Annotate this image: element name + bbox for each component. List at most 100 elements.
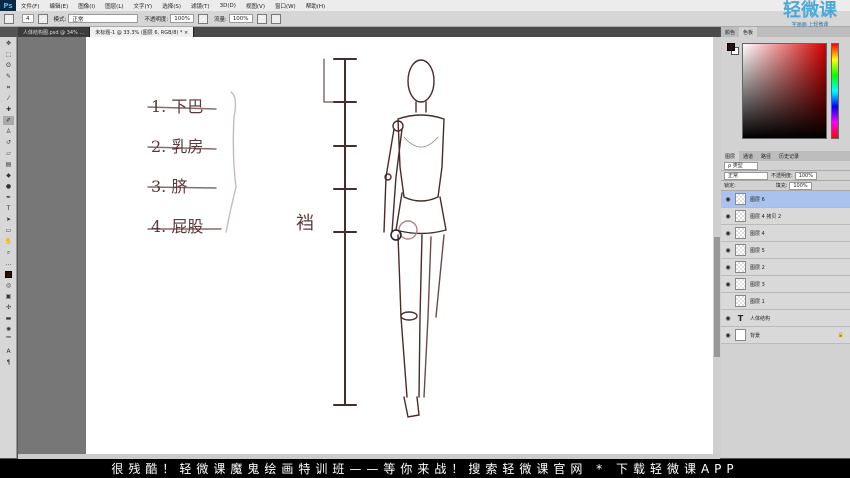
layer-row[interactable]: ◉ T 人体结构 bbox=[721, 310, 850, 327]
quick-mask-icon[interactable]: ◎ bbox=[3, 281, 14, 290]
visibility-eye-icon[interactable]: ◉ bbox=[721, 196, 735, 203]
stamp-tool-icon[interactable]: ♙ bbox=[3, 127, 14, 136]
tab-paths[interactable]: 路径 bbox=[757, 151, 775, 161]
pressure-opacity-icon[interactable] bbox=[197, 13, 208, 24]
fill-input[interactable]: 100% bbox=[789, 181, 812, 190]
mode-select[interactable]: 正常 bbox=[68, 14, 139, 23]
foreground-color-swatch[interactable] bbox=[727, 43, 735, 51]
layer-row[interactable]: ◉ 图层 4 拷贝 2 bbox=[721, 208, 850, 225]
color-swatches-icon[interactable] bbox=[3, 270, 14, 279]
menu-image[interactable]: 图像(I) bbox=[73, 2, 100, 10]
extra-tool-icon-4[interactable]: ▔ bbox=[3, 336, 14, 345]
visibility-eye-icon[interactable]: ◉ bbox=[721, 315, 735, 322]
layer-row[interactable]: ◉ 图层 5 bbox=[721, 242, 850, 259]
menu-bar: Ps 文件(F) 编辑(E) 图像(I) 图层(L) 文字(Y) 选择(S) 滤… bbox=[0, 0, 850, 11]
menu-type[interactable]: 文字(Y) bbox=[129, 2, 158, 10]
tab-swatches[interactable]: 色板 bbox=[739, 27, 758, 37]
promo-banner: 很残酷！轻微课魔鬼绘画特训班——等你来战！搜索轻微课官网 * 下载轻微课APP bbox=[0, 459, 850, 478]
airbrush-icon[interactable] bbox=[256, 13, 267, 24]
canvas-area[interactable]: 1. 下巴 2. 乳房 3. 脐 4. 屁股 裆 bbox=[18, 37, 720, 458]
layer-thumbnail bbox=[735, 244, 746, 256]
layer-row[interactable]: ◉ 图层 3 bbox=[721, 276, 850, 293]
color-field[interactable] bbox=[742, 43, 827, 139]
brush-size-picker[interactable]: 4 bbox=[22, 14, 34, 23]
tab-color[interactable]: 颜色 bbox=[721, 27, 739, 37]
doc-tab-2[interactable]: 未标题-1 @ 33.3% (图层 6, RGB/8) * × bbox=[90, 27, 195, 37]
layer-row[interactable]: ◉ 背景 🔒 bbox=[721, 327, 850, 344]
menu-layer[interactable]: 图层(L) bbox=[100, 2, 128, 10]
extra-tool-icon-6[interactable]: ¶ bbox=[3, 358, 14, 367]
layer-thumbnail bbox=[735, 295, 746, 307]
dodge-tool-icon[interactable]: ● bbox=[3, 182, 14, 191]
layer-name: 图层 2 bbox=[750, 264, 765, 271]
menu-file[interactable]: 文件(F) bbox=[16, 2, 44, 10]
watermark-logo: 轻微课 字画画 上轻微课 bbox=[770, 0, 850, 30]
pen-tool-icon[interactable]: ✒ bbox=[3, 193, 14, 202]
gradient-tool-icon[interactable]: ▤ bbox=[3, 160, 14, 169]
path-select-tool-icon[interactable]: ➤ bbox=[3, 215, 14, 224]
eraser-tool-icon[interactable]: ▱ bbox=[3, 149, 14, 158]
layer-row[interactable]: 图层 1 bbox=[721, 293, 850, 310]
tab-channels[interactable]: 通道 bbox=[739, 151, 757, 161]
hand-tool-icon[interactable]: ✋ bbox=[3, 237, 14, 246]
extra-tool-icon-2[interactable]: ▬ bbox=[3, 314, 14, 323]
photoshop-logo: Ps bbox=[0, 0, 16, 11]
layer-thumbnail bbox=[735, 278, 746, 290]
menu-edit[interactable]: 编辑(E) bbox=[44, 2, 73, 10]
shape-tool-icon[interactable]: ▭ bbox=[3, 226, 14, 235]
hue-slider[interactable] bbox=[831, 43, 839, 139]
scrollbar-thumb[interactable] bbox=[714, 237, 720, 357]
visibility-eye-icon[interactable]: ◉ bbox=[721, 281, 735, 288]
extra-tool-icon-3[interactable]: ✺ bbox=[3, 325, 14, 334]
type-tool-icon[interactable]: T bbox=[3, 204, 14, 213]
layer-opacity-input[interactable]: 100% bbox=[794, 171, 817, 180]
brush-panel-icon[interactable] bbox=[37, 13, 48, 24]
eyedropper-tool-icon[interactable]: ⁄ bbox=[3, 94, 14, 103]
pressure-size-icon[interactable] bbox=[270, 13, 281, 24]
lasso-tool-icon[interactable]: ʘ bbox=[3, 61, 14, 70]
marquee-tool-icon[interactable]: ⬚ bbox=[3, 50, 14, 59]
layer-row[interactable]: ◉ 图层 4 bbox=[721, 225, 850, 242]
layer-name: 人体结构 bbox=[750, 315, 771, 322]
extra-tool-icon-1[interactable]: ✣ bbox=[3, 303, 14, 312]
menu-view[interactable]: 视图(V) bbox=[241, 2, 270, 10]
extra-tool-icon-5[interactable]: A bbox=[3, 347, 14, 356]
brush-tool-icon[interactable] bbox=[4, 13, 14, 24]
menu-window[interactable]: 窗口(W) bbox=[270, 2, 301, 10]
menu-select[interactable]: 选择(S) bbox=[157, 2, 186, 10]
blur-tool-icon[interactable]: ◆ bbox=[3, 171, 14, 180]
tab-history[interactable]: 历史记录 bbox=[775, 151, 803, 161]
history-brush-tool-icon[interactable]: ↺ bbox=[3, 138, 14, 147]
visibility-eye-icon[interactable]: ◉ bbox=[721, 264, 735, 271]
layer-row[interactable]: ◉ 图层 2 bbox=[721, 259, 850, 276]
move-tool-icon[interactable]: ✥ bbox=[3, 39, 14, 48]
visibility-eye-icon[interactable]: ◉ bbox=[721, 230, 735, 237]
document-canvas[interactable]: 1. 下巴 2. 乳房 3. 脐 4. 屁股 裆 bbox=[86, 37, 714, 458]
crop-tool-icon[interactable]: ⌗ bbox=[3, 83, 14, 92]
healing-tool-icon[interactable]: ✚ bbox=[3, 105, 14, 114]
doc-tab-1[interactable]: 人体结构图.psd @ 34% ... bbox=[18, 27, 91, 37]
right-panels: 颜色 色板 图层 通道 路径 历史记录 ρ 类型 正常 不透明度: 100% 锁… bbox=[721, 27, 850, 458]
options-bar: 4 模式: 正常 不透明度: 100% 流量: 100% bbox=[0, 11, 850, 27]
tab-layers[interactable]: 图层 bbox=[721, 151, 740, 161]
menu-help[interactable]: 帮助(H) bbox=[301, 2, 330, 10]
screen-mode-icon[interactable]: ▣ bbox=[3, 292, 14, 301]
visibility-eye-icon[interactable]: ◉ bbox=[721, 332, 735, 339]
brush-cursor bbox=[390, 229, 402, 241]
flow-input[interactable]: 100% bbox=[228, 14, 253, 23]
layer-row[interactable]: ◉ 图层 6 bbox=[721, 191, 850, 208]
quick-select-tool-icon[interactable]: ✎ bbox=[3, 72, 14, 81]
visibility-eye-icon[interactable]: ◉ bbox=[721, 247, 735, 254]
canvas-vertical-scrollbar[interactable] bbox=[713, 37, 721, 458]
layer-lock-row: 锁定: 填充: 100% bbox=[721, 181, 850, 191]
menu-filter[interactable]: 滤镜(T) bbox=[186, 2, 215, 10]
brush-tool-icon[interactable]: ✐ bbox=[3, 116, 14, 125]
tools-panel: ✥ ⬚ ʘ ✎ ⌗ ⁄ ✚ ✐ ♙ ↺ ▱ ▤ ◆ ● ✒ T ➤ ▭ ✋ ⌕ … bbox=[0, 37, 17, 458]
layer-filter-select[interactable]: ρ 类型 bbox=[724, 161, 758, 170]
visibility-eye-icon[interactable]: ◉ bbox=[721, 213, 735, 220]
opacity-input[interactable]: 100% bbox=[170, 14, 194, 23]
blend-mode-select[interactable]: 正常 bbox=[724, 171, 768, 180]
more-tools-icon[interactable]: … bbox=[3, 259, 14, 268]
zoom-tool-icon[interactable]: ⌕ bbox=[3, 248, 14, 257]
menu-3d[interactable]: 3D(D) bbox=[215, 3, 241, 9]
